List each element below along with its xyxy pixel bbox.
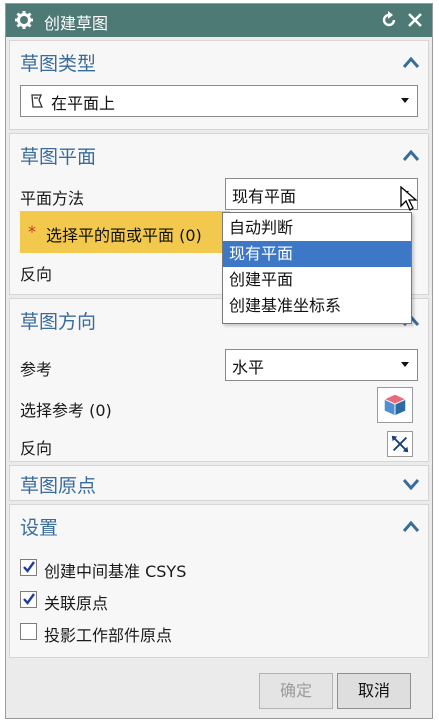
reference-select[interactable]: 水平	[225, 349, 418, 381]
create-sketch-dialog: 创建草图 草图类型 在平面上 草图平面 平面方法 现有平面 * 选择平的面或平面…	[5, 3, 433, 719]
associative-origin-checkbox[interactable]	[20, 591, 37, 608]
plane-method-value: 现有平面	[232, 187, 297, 206]
settings-title[interactable]: 设置	[20, 513, 58, 540]
dropdown-option[interactable]: 自动判断	[223, 215, 411, 241]
chevron-down-icon	[401, 98, 409, 103]
plane-sketch-icon	[31, 94, 43, 108]
select-face-label: 选择平的面或平面 (0)	[46, 226, 202, 245]
cube-select-icon	[384, 394, 406, 416]
select-face-field[interactable]: * 选择平的面或平面 (0)	[20, 211, 230, 253]
chevron-down-icon	[401, 362, 409, 367]
project-origin-checkbox[interactable]	[20, 623, 37, 640]
cancel-button[interactable]: 取消	[337, 673, 411, 709]
create-csys-checkbox[interactable]	[20, 559, 37, 576]
plane-method-label: 平面方法	[20, 189, 85, 208]
close-icon[interactable]	[406, 11, 424, 29]
plane-reverse-label: 反向	[20, 265, 53, 284]
sketch-type-section: 草图类型 在平面上	[9, 40, 429, 130]
sketch-orientation-title[interactable]: 草图方向	[20, 307, 96, 334]
ok-button[interactable]: 确定	[259, 673, 333, 709]
project-origin-label: 投影工作部件原点	[44, 626, 173, 645]
sketch-origin-title[interactable]: 草图原点	[20, 471, 96, 498]
mouse-cursor-icon	[400, 186, 418, 211]
sketch-origin-section: 草图原点	[9, 465, 429, 501]
reverse-direction-button[interactable]	[387, 431, 413, 457]
required-marker: *	[28, 222, 36, 241]
reference-label: 参考	[20, 360, 53, 379]
chevron-up-icon[interactable]	[402, 148, 420, 162]
settings-section: 设置 创建中间基准 CSYS 关联原点 投影工作部件原点	[9, 504, 429, 658]
sketch-plane-title[interactable]: 草图平面	[20, 142, 96, 169]
dialog-title: 创建草图	[44, 14, 109, 33]
plane-method-dropdown[interactable]: 自动判断 现有平面 创建平面 创建基准坐标系	[222, 212, 412, 324]
sketch-type-title[interactable]: 草图类型	[20, 49, 96, 76]
sketch-type-select[interactable]: 在平面上	[20, 85, 418, 117]
reset-icon[interactable]	[380, 11, 398, 29]
reverse-arrows-icon	[391, 435, 409, 453]
associative-origin-label: 关联原点	[44, 594, 109, 613]
plane-method-select[interactable]: 现有平面	[225, 178, 418, 210]
select-reference-label: 选择参考 (0)	[20, 401, 112, 420]
create-csys-label: 创建中间基准 CSYS	[44, 562, 187, 581]
title-bar: 创建草图	[6, 4, 432, 37]
dropdown-option[interactable]: 创建基准坐标系	[223, 293, 411, 319]
dropdown-option-selected[interactable]: 现有平面	[223, 241, 411, 267]
orientation-reverse-label: 反向	[20, 439, 53, 458]
chevron-down-icon[interactable]	[402, 477, 420, 491]
chevron-up-icon[interactable]	[402, 519, 420, 533]
checkmark-icon	[23, 561, 35, 573]
chevron-up-icon[interactable]	[402, 55, 420, 69]
dropdown-option[interactable]: 创建平面	[223, 267, 411, 293]
sketch-type-value: 在平面上	[51, 94, 116, 113]
select-reference-button[interactable]	[377, 387, 413, 423]
checkmark-icon	[23, 593, 35, 605]
gear-icon[interactable]	[14, 10, 34, 30]
reference-value: 水平	[232, 358, 265, 377]
